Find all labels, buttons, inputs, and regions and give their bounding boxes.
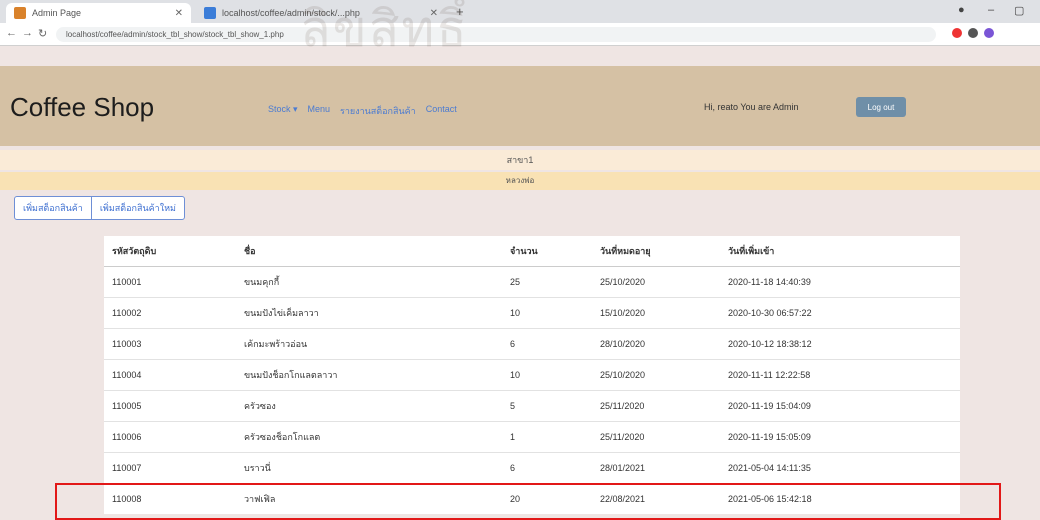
cell-quantity: 25	[502, 265, 592, 297]
cell-id: 110006	[104, 420, 236, 452]
table-row: 110002 ขนมปังไข่เค็มลาวา 10 15/10/2020 2020-…	[104, 296, 960, 328]
address-bar: ← → ↻ localhost/coffee/admin/stock_tbl_s…	[0, 23, 1040, 46]
nav-links: Stock ▾ Menu รายงานสต็อกสินค้า Contact	[268, 104, 457, 118]
cell-id: 110002	[104, 296, 236, 328]
col-added: วันที่เพิ่มเข้า	[720, 236, 960, 267]
cell-id: 110005	[104, 389, 236, 421]
location-banner: หลวงพ่อ	[0, 172, 1040, 190]
table-body: 110001 ขนมคุกกี้ 25 25/10/2020 2020-11-18 14…	[104, 265, 960, 514]
nav-stock[interactable]: Stock ▾	[268, 104, 298, 118]
cell-added: 2020-11-11 12:22:58	[720, 358, 960, 390]
minimize-icon[interactable]: –	[988, 4, 994, 16]
table-row: 110001 ขนมคุกกี้ 25 25/10/2020 2020-11-18 14…	[104, 265, 960, 297]
profile-icon[interactable]: ●	[958, 4, 965, 16]
cell-quantity: 1	[502, 420, 592, 452]
cell-expiry: 25/10/2020	[592, 265, 720, 297]
nav-menu[interactable]: Menu	[308, 104, 331, 118]
cell-name: ขนมปังไข่เค็มลาวา	[236, 296, 502, 328]
cell-id: 110001	[104, 265, 236, 297]
tab-close-icon[interactable]: ✕	[175, 8, 183, 19]
table-row: 110004 ขนมปังช็อกโกแลตลาวา 10 25/10/2020 202…	[104, 358, 960, 390]
cell-added: 2020-10-12 18:38:12	[720, 327, 960, 359]
cell-quantity: 10	[502, 358, 592, 390]
col-expiry: วันที่หมดอายุ	[592, 236, 720, 267]
extension-icon[interactable]	[968, 28, 978, 38]
cell-added: 2020-10-30 06:57:22	[720, 296, 960, 328]
cell-added: 2020-11-19 15:05:09	[720, 420, 960, 452]
highlight-box	[55, 483, 1001, 520]
tab-favicon-icon	[204, 7, 216, 19]
cell-added: 2021-05-04 14:11:35	[720, 451, 960, 483]
browser-tabbar: Admin Page ✕ localhost/coffee/admin/stoc…	[0, 0, 1040, 23]
cell-added: 2020-11-18 14:40:39	[720, 265, 960, 297]
forward-icon[interactable]: →	[22, 27, 33, 39]
cell-name: บราวนี่	[236, 451, 502, 483]
cell-name: เค้กมะพร้าวอ่อน	[236, 327, 502, 359]
cell-quantity: 10	[502, 296, 592, 328]
cell-expiry: 28/10/2020	[592, 327, 720, 359]
tab-title: Admin Page	[32, 8, 82, 18]
account-icon[interactable]	[984, 28, 994, 38]
cell-expiry: 25/11/2020	[592, 389, 720, 421]
cell-expiry: 28/01/2021	[592, 451, 720, 483]
cell-name: ขนมปังช็อกโกแลตลาวา	[236, 358, 502, 390]
add-stock-button[interactable]: เพิ่มสต็อกสินค้า	[15, 197, 91, 219]
col-id: รหัสวัตถุดิบ	[104, 236, 236, 267]
back-icon[interactable]: ←	[6, 27, 17, 39]
cell-quantity: 5	[502, 389, 592, 421]
cell-expiry: 25/10/2020	[592, 358, 720, 390]
stock-action-group: เพิ่มสต็อกสินค้า เพิ่มสต็อกสินค้าใหม่	[14, 196, 185, 220]
cell-name: ครัวซอง	[236, 389, 502, 421]
site-navbar: Coffee Shop Stock ▾ Menu รายงานสต็อกสินค…	[0, 66, 1040, 146]
nav-stock-report[interactable]: รายงานสต็อกสินค้า	[340, 104, 416, 118]
maximize-icon[interactable]: ▢	[1014, 4, 1024, 17]
table-header-row: รหัสวัตถุดิบ ชื่อ จำนวน วันที่หมดอายุ วั…	[104, 236, 960, 267]
table-row: 110006 ครัวซองช็อกโกแลต 1 25/11/2020 2020-11…	[104, 420, 960, 452]
table-row: 110003 เค้กมะพร้าวอ่อน 6 28/10/2020 2020-10-…	[104, 327, 960, 359]
watermark: ลิขสิทธิ์	[300, 0, 469, 58]
cell-id: 110007	[104, 451, 236, 483]
cell-added: 2020-11-19 15:04:09	[720, 389, 960, 421]
user-greeting: Hi, reato You are Admin	[704, 102, 799, 112]
logout-button[interactable]: Log out	[856, 97, 906, 117]
cell-quantity: 6	[502, 451, 592, 483]
cell-quantity: 6	[502, 327, 592, 359]
brand-title[interactable]: Coffee Shop	[10, 92, 154, 123]
url-field[interactable]: localhost/coffee/admin/stock_tbl_show/st…	[56, 27, 936, 42]
branch-banner: สาขา1	[0, 150, 1040, 170]
col-quantity: จำนวน	[502, 236, 592, 267]
nav-contact[interactable]: Contact	[426, 104, 457, 118]
table-row: 110005 ครัวซอง 5 25/11/2020 2020-11-19 15:04…	[104, 389, 960, 421]
table-row: 110007 บราวนี่ 6 28/01/2021 2021-05-04 14:11…	[104, 451, 960, 483]
cell-expiry: 15/10/2020	[592, 296, 720, 328]
stock-table: รหัสวัตถุดิบ ชื่อ จำนวน วันที่หมดอายุ วั…	[104, 236, 960, 514]
col-name: ชื่อ	[236, 236, 502, 267]
tab-favicon-icon	[14, 7, 26, 19]
cell-expiry: 25/11/2020	[592, 420, 720, 452]
add-new-stock-button[interactable]: เพิ่มสต็อกสินค้าใหม่	[90, 197, 184, 219]
reload-icon[interactable]: ↻	[38, 27, 47, 40]
opera-icon[interactable]	[952, 28, 962, 38]
cell-id: 110004	[104, 358, 236, 390]
cell-name: ครัวซองช็อกโกแลต	[236, 420, 502, 452]
cell-id: 110003	[104, 327, 236, 359]
tab-admin-page[interactable]: Admin Page ✕	[6, 3, 191, 23]
cell-name: ขนมคุกกี้	[236, 265, 502, 297]
